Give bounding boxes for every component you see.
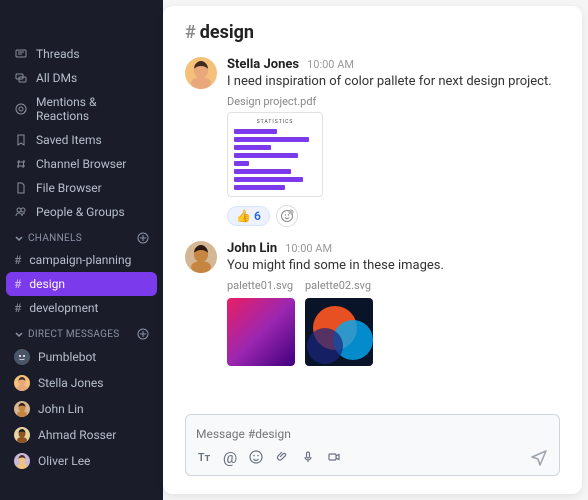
nav-item-dms[interactable]: All DMs bbox=[0, 66, 163, 90]
nav-label: Saved Items bbox=[36, 133, 102, 147]
add-channel-icon[interactable] bbox=[137, 232, 149, 244]
people-icon bbox=[14, 205, 28, 219]
nav-label: File Browser bbox=[36, 181, 102, 195]
dm-item[interactable]: Pumblebot bbox=[0, 344, 163, 370]
avatar bbox=[14, 375, 30, 391]
mention-icon[interactable]: @ bbox=[222, 449, 238, 465]
threads-icon bbox=[14, 47, 28, 61]
add-reaction-button[interactable] bbox=[276, 205, 298, 227]
nav-label: Channel Browser bbox=[36, 157, 126, 171]
attachment-preview[interactable]: STATISTICS bbox=[227, 112, 323, 197]
nav-item-mentions[interactable]: Mentions & Reactions bbox=[0, 90, 163, 128]
message-author[interactable]: Stella Jones bbox=[227, 57, 299, 72]
main-panel: # design Stella Jones 10:00 AM I need in… bbox=[163, 6, 582, 494]
nav-item-file-browser[interactable]: File Browser bbox=[0, 176, 163, 200]
reaction[interactable]: 👍6 bbox=[227, 206, 270, 226]
nav-item-threads[interactable]: Threads bbox=[0, 42, 163, 66]
channel-label: campaign-planning bbox=[29, 253, 131, 267]
nav-label: All DMs bbox=[36, 71, 77, 85]
chevron-down-icon bbox=[14, 329, 24, 339]
message-text: You might find some in these images. bbox=[227, 258, 560, 273]
message-author[interactable]: John Lin bbox=[227, 241, 277, 256]
message-text: I need inspiration of color pallete for … bbox=[227, 74, 560, 89]
channel-label: design bbox=[29, 277, 65, 291]
dm-item[interactable]: Ahmad Rosser bbox=[0, 422, 163, 448]
nav-item-saved[interactable]: Saved Items bbox=[0, 128, 163, 152]
image-preview[interactable] bbox=[305, 298, 373, 366]
dm-item[interactable]: John Lin bbox=[0, 396, 163, 422]
hash-icon: # bbox=[185, 22, 196, 43]
message-input[interactable] bbox=[196, 427, 549, 441]
message: John Lin 10:00 AM You might find some in… bbox=[185, 241, 560, 366]
image-name: palette02.svg bbox=[305, 279, 373, 292]
message-composer[interactable]: Tт @ bbox=[185, 414, 560, 476]
attachment-name: Design project.pdf bbox=[227, 95, 560, 108]
hash-icon: # bbox=[14, 253, 21, 267]
dms-label: DIRECT MESSAGES bbox=[28, 329, 119, 340]
dm-label: Pumblebot bbox=[38, 350, 96, 364]
nav-label: People & Groups bbox=[36, 205, 125, 219]
avatar[interactable] bbox=[185, 57, 217, 89]
sidebar: Threads All DMs Mentions & Reactions Sav… bbox=[0, 0, 163, 500]
channel-header[interactable]: # design bbox=[163, 6, 582, 53]
message: Stella Jones 10:00 AM I need inspiration… bbox=[185, 57, 560, 227]
nav-label: Mentions & Reactions bbox=[36, 95, 149, 123]
image-preview[interactable] bbox=[227, 298, 295, 366]
chart-bars bbox=[234, 129, 316, 190]
reaction-emoji: 👍 bbox=[236, 209, 251, 223]
nav-label: Threads bbox=[36, 47, 80, 61]
nav-item-channel-browser[interactable]: Channel Browser bbox=[0, 152, 163, 176]
dm-label: Ahmad Rosser bbox=[38, 428, 116, 442]
avatar bbox=[14, 401, 30, 417]
channel-item-development[interactable]: # development bbox=[0, 296, 163, 320]
avatar bbox=[14, 453, 30, 469]
file-browser-icon bbox=[14, 181, 28, 195]
dm-item[interactable]: Oliver Lee bbox=[0, 448, 163, 474]
avatar bbox=[14, 349, 30, 365]
avatar bbox=[14, 427, 30, 443]
channel-item-campaign-planning[interactable]: # campaign-planning bbox=[0, 248, 163, 272]
attach-icon[interactable] bbox=[274, 449, 290, 465]
channel-browser-icon bbox=[14, 157, 28, 171]
mentions-icon bbox=[14, 102, 28, 116]
message-time: 10:00 AM bbox=[307, 58, 354, 71]
preview-title: STATISTICS bbox=[234, 119, 316, 125]
dm-label: Oliver Lee bbox=[38, 454, 90, 468]
dm-label: Stella Jones bbox=[38, 376, 103, 390]
message-time: 10:00 AM bbox=[285, 242, 332, 255]
hash-icon: # bbox=[14, 277, 21, 291]
channels-label: CHANNELS bbox=[28, 233, 82, 244]
dms-section-header[interactable]: DIRECT MESSAGES bbox=[0, 320, 163, 344]
reaction-count: 6 bbox=[254, 209, 261, 223]
saved-icon bbox=[14, 133, 28, 147]
channel-title: design bbox=[200, 22, 254, 43]
channels-section-header[interactable]: CHANNELS bbox=[0, 224, 163, 248]
image-name: palette01.svg bbox=[227, 279, 295, 292]
message-list: Stella Jones 10:00 AM I need inspiration… bbox=[163, 53, 582, 406]
chevron-down-icon bbox=[14, 233, 24, 243]
mic-icon[interactable] bbox=[300, 449, 316, 465]
nav-item-people[interactable]: People & Groups bbox=[0, 200, 163, 224]
channel-label: development bbox=[29, 301, 98, 315]
format-icon[interactable]: Tт bbox=[196, 449, 212, 465]
channel-item-design[interactable]: # design bbox=[6, 272, 157, 296]
video-icon[interactable] bbox=[326, 449, 342, 465]
emoji-icon[interactable] bbox=[248, 449, 264, 465]
dm-label: John Lin bbox=[38, 402, 84, 416]
send-button[interactable] bbox=[529, 447, 549, 467]
dms-icon bbox=[14, 71, 28, 85]
hash-icon: # bbox=[14, 301, 21, 315]
avatar[interactable] bbox=[185, 241, 217, 273]
add-dm-icon[interactable] bbox=[137, 328, 149, 340]
dm-item[interactable]: Stella Jones bbox=[0, 370, 163, 396]
